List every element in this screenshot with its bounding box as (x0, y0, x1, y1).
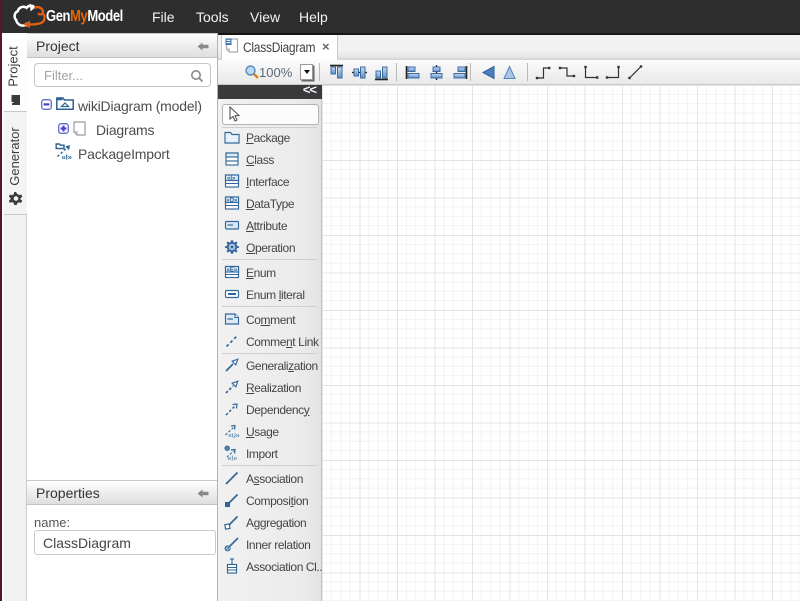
svg-text:«E»: «E» (227, 267, 238, 273)
svg-text:«u»: «u» (228, 433, 240, 440)
svg-text:«I»: «I» (227, 456, 237, 462)
svg-text:«D»: «D» (226, 198, 238, 204)
svg-text:«I»: «I» (62, 153, 72, 161)
svg-text:«I»: «I» (227, 176, 236, 182)
